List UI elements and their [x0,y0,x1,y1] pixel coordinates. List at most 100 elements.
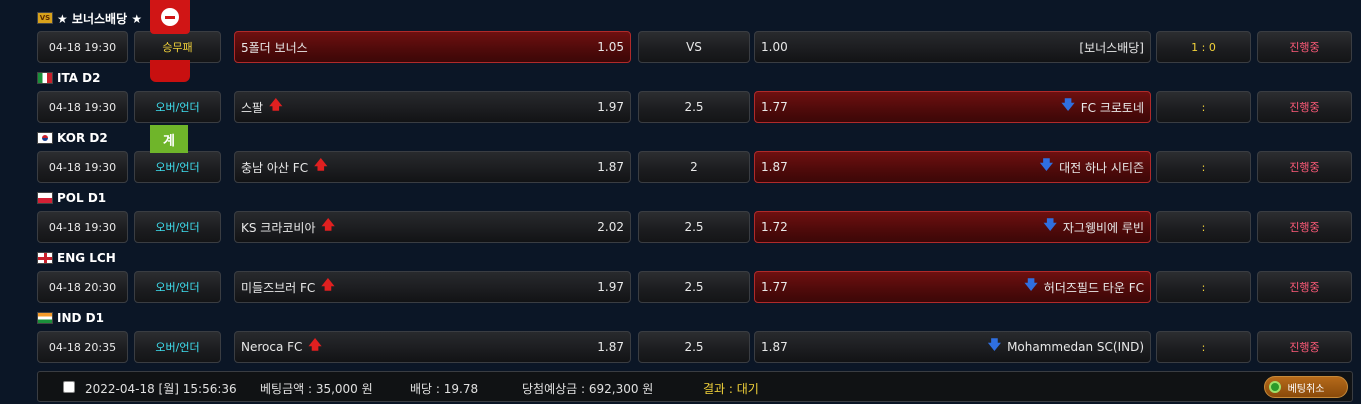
match-score: : [1156,271,1251,303]
home-team-name: 충남 아산 FC [241,160,309,175]
away-team-name: [보너스배당] [1079,40,1144,55]
bet-type: 승무패 [134,31,221,63]
match-row: 04-18 20:35 오버/언더 Neroca FC 🡅 1.87 2.5 1.… [0,331,1361,365]
home-odds-button[interactable]: 미들즈브러 FC 🡅 1.97 [234,271,631,303]
status-badge: 진행중 [1257,271,1352,303]
floating-red-tab[interactable] [150,60,190,82]
match-date: 04-18 20:35 [37,331,128,363]
bet-type: 오버/언더 [134,211,221,243]
match-date: 04-18 19:30 [37,151,128,183]
away-odds-button[interactable]: 1.77 🡇 FC 크로토네 [754,91,1151,123]
home-team-name: 5폴더 보너스 [241,40,308,55]
league-name: KOR D2 [57,131,108,145]
away-odds-button[interactable]: 1.87 🡇 Mohammedan SC(IND) [754,331,1151,363]
league-header: VS ★ 보너스배당 ★ [37,9,142,27]
status-dot-icon [1269,381,1281,393]
home-odds: 1.05 [597,40,624,54]
home-odds: 1.87 [597,340,624,354]
arrow-down-icon: 🡇 [1024,278,1038,293]
away-odds-button[interactable]: 1.87 🡇 대전 하나 시티즌 [754,151,1151,183]
match-score: : [1156,211,1251,243]
arrow-down-icon: 🡇 [1043,218,1057,233]
arrow-up-icon: 🡅 [314,158,328,173]
home-odds-button[interactable]: 스팔 🡅 1.97 [234,91,631,123]
poland-flag-icon [37,192,53,204]
cancel-bet-button[interactable]: 베팅취소 [1264,376,1348,398]
bet-type: 오버/언더 [134,151,221,183]
home-odds: 1.97 [597,100,624,114]
away-odds: 1.87 [761,160,788,174]
home-odds-button[interactable]: Neroca FC 🡅 1.87 [234,331,631,363]
cancel-bet-label: 베팅취소 [1287,383,1325,395]
away-odds: 1.77 [761,280,788,294]
draw-handicap-button[interactable]: 2.5 [638,331,750,363]
home-odds-button[interactable]: 5폴더 보너스 1.05 [234,31,631,63]
draw-handicap-button[interactable]: VS [638,31,750,63]
match-score: : [1156,331,1251,363]
match-row: 04-18 19:30 오버/언더 KS 크라코비아 🡅 2.02 2.5 1.7… [0,211,1361,245]
bonus-flag-icon: VS [37,12,53,24]
draw-handicap-button[interactable]: 2.5 [638,211,750,243]
home-odds: 1.87 [597,160,624,174]
status-badge: 진행중 [1257,211,1352,243]
away-team-name: 대전 하나 시티즌 [1059,160,1144,175]
away-odds-button[interactable]: 1.72 🡇 자그웽비에 루빈 [754,211,1151,243]
match-row: 04-18 19:30 오버/언더 충남 아산 FC 🡅 1.87 2 1.87 … [0,151,1361,185]
select-checkbox[interactable] [63,381,75,393]
away-team-name: 자그웽비에 루빈 [1062,220,1144,235]
arrow-up-icon: 🡅 [321,278,335,293]
arrow-down-icon: 🡇 [1039,158,1054,173]
home-team-name: 미들즈브러 FC [241,280,316,295]
match-date: 04-18 19:30 [37,211,128,243]
floating-green-tab[interactable]: 계 [150,125,188,153]
expected-payout: 당첨예상금 : 692,300 원 [522,382,654,396]
match-date: 04-18 19:30 [37,31,128,63]
arrow-up-icon: 🡅 [321,218,335,233]
home-odds: 2.02 [597,220,624,234]
home-team-name: 스팔 [241,100,264,115]
league-header: ENG LCH [37,249,116,267]
league-name: ENG LCH [57,251,116,265]
home-odds-button[interactable]: KS 크라코비아 🡅 2.02 [234,211,631,243]
league-header: KOR D2 [37,129,108,147]
league-header: IND D1 [37,309,104,327]
arrow-down-icon: 🡇 [1061,98,1075,113]
league-name: POL D1 [57,191,107,205]
match-row: 04-18 20:30 오버/언더 미들즈브러 FC 🡅 1.97 2.5 1.7… [0,271,1361,305]
match-score: 1 : 0 [1156,31,1251,63]
away-team-name: FC 크로토네 [1080,100,1144,115]
bet-datetime: 2022-04-18 [월] 15:56:36 [85,382,237,396]
home-team-name: Neroca FC [241,340,303,354]
match-score: : [1156,151,1251,183]
match-date: 04-18 20:30 [37,271,128,303]
close-panel-button[interactable] [150,0,190,34]
home-odds-button[interactable]: 충남 아산 FC 🡅 1.87 [234,151,631,183]
england-flag-icon [37,252,53,264]
draw-handicap-button[interactable]: 2.5 [638,91,750,123]
italy-flag-icon [37,72,53,84]
away-team-name: Mohammedan SC(IND) [1007,340,1144,354]
away-odds-button[interactable]: 1.77 🡇 허더즈필드 타운 FC [754,271,1151,303]
away-odds: 1.72 [761,220,788,234]
match-date: 04-18 19:30 [37,91,128,123]
status-badge: 진행중 [1257,331,1352,363]
india-flag-icon [37,312,53,324]
match-score: : [1156,91,1251,123]
draw-handicap-button[interactable]: 2.5 [638,271,750,303]
arrow-up-icon: 🡅 [308,338,322,353]
away-odds-button[interactable]: 1.00 [보너스배당] [754,31,1151,63]
league-name: ★ 보너스배당 ★ [57,11,143,26]
league-header: POL D1 [37,189,106,207]
league-name: ITA D2 [57,71,101,85]
away-odds: 1.00 [761,40,788,54]
korea-flag-icon [37,132,53,144]
draw-handicap-button[interactable]: 2 [638,151,750,183]
league-name: IND D1 [57,311,104,325]
away-odds: 1.77 [761,100,788,114]
bet-type: 오버/언더 [134,91,221,123]
home-odds: 1.97 [597,280,624,294]
total-odds: 배당 : 19.78 [410,382,479,396]
bet-type: 오버/언더 [134,271,221,303]
bet-result: 결과 : 대기 [703,382,759,396]
arrow-down-icon: 🡇 [987,338,1002,353]
